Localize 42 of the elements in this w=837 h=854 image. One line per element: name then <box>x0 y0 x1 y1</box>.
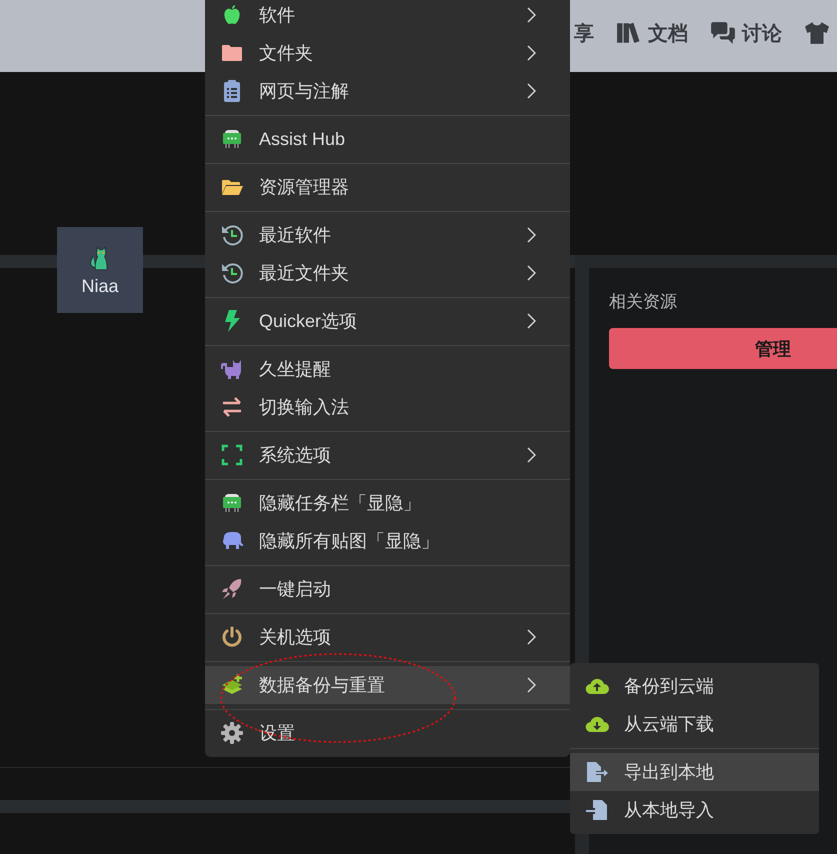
corners-icon <box>220 443 244 467</box>
settings-icon <box>220 721 244 745</box>
app-tile[interactable]: Niaa <box>57 227 143 313</box>
menu-item[interactable]: 隐藏所有贴图「显隐」 <box>205 522 570 560</box>
menu-item[interactable]: 最近软件 <box>205 216 570 254</box>
menu-item[interactable]: 文件夹 <box>205 34 570 72</box>
menu-item[interactable]: Assist Hub <box>205 120 570 158</box>
menu-item[interactable]: 软件 <box>205 0 570 34</box>
nav-link[interactable]: 享 <box>574 20 594 46</box>
menu-item[interactable]: 数据备份与重置 <box>205 666 570 704</box>
nav-link[interactable]: 文档 <box>648 20 688 46</box>
menu-item[interactable]: 关机选项 <box>205 618 570 656</box>
menu-item[interactable]: 隐藏任务栏「显隐」 <box>205 484 570 522</box>
books-icon <box>616 20 642 46</box>
file-import-icon <box>585 798 609 822</box>
menu-item[interactable]: 切换输入法 <box>205 388 570 426</box>
panel-title: 相关资源 <box>609 291 678 313</box>
menu-item[interactable]: 一键启动 <box>205 570 570 608</box>
shirt-icon <box>804 20 830 46</box>
nav-link[interactable]: 讨论 <box>742 20 782 46</box>
menu-item[interactable]: 资源管理器 <box>205 168 570 206</box>
file-export-icon <box>585 760 609 784</box>
history-icon <box>220 223 244 247</box>
layers-icon <box>220 673 244 697</box>
menu-item[interactable]: 最近文件夹 <box>205 254 570 292</box>
menu-item[interactable]: 从本地导入 <box>570 791 819 829</box>
rocket-icon <box>220 577 244 601</box>
robot-icon <box>220 127 244 151</box>
menu-item[interactable]: 导出到本地 <box>570 753 819 791</box>
menu-item[interactable]: 从云端下载 <box>570 705 819 743</box>
swap-arrows-icon <box>220 395 244 419</box>
menu-item[interactable]: 设置 <box>205 714 570 752</box>
menu-item[interactable]: 网页与注解 <box>205 72 570 110</box>
menu-item[interactable]: 系统选项 <box>205 436 570 474</box>
menu-item[interactable]: 备份到云端 <box>570 667 819 705</box>
robot-icon <box>220 491 244 515</box>
manage-button[interactable]: 管理 <box>609 328 837 369</box>
power-icon <box>220 625 244 649</box>
menu-item[interactable]: 久坐提醒 <box>205 350 570 388</box>
menu-item[interactable]: Quicker选项 <box>205 302 570 340</box>
history-icon <box>220 261 244 285</box>
chat-icon <box>710 20 736 46</box>
